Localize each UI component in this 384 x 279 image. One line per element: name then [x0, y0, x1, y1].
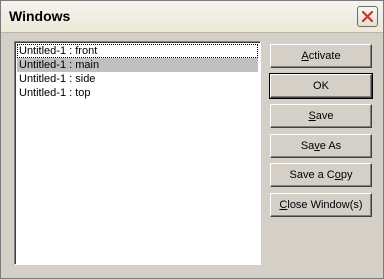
save-as-button[interactable]: Save As [270, 134, 372, 158]
ok-button[interactable]: OK [269, 73, 373, 99]
save-accesskey: S [308, 110, 316, 122]
close-windows-label-post: lose Window(s) [287, 199, 363, 211]
list-item[interactable]: Untitled-1 : top [17, 86, 258, 100]
ok-label: OK [313, 80, 329, 92]
title-bar: Windows [1, 1, 383, 33]
list-item-label: Untitled-1 : front [19, 45, 98, 57]
save-as-label-post: e As [319, 140, 342, 152]
activate-accesskey: A [301, 50, 309, 62]
save-copy-label-pre: Save a C [289, 169, 335, 181]
save-button[interactable]: Save [270, 104, 372, 128]
list-item[interactable]: Untitled-1 : front [17, 44, 258, 58]
list-item-label: Untitled-1 : top [19, 87, 91, 99]
close-windows-button[interactable]: Close Window(s) [270, 193, 372, 217]
save-as-label-pre: Sa [300, 140, 315, 152]
close-button[interactable] [357, 6, 378, 27]
save-a-copy-button[interactable]: Save a Copy [270, 163, 372, 187]
windows-dialog: Windows Untitled-1 : front Untitled-1 : … [0, 0, 384, 279]
list-item-label: Untitled-1 : main [19, 59, 100, 71]
dialog-title: Windows [9, 8, 71, 24]
close-icon [362, 11, 373, 22]
list-item[interactable]: Untitled-1 : side [17, 72, 258, 86]
save-label-post: ave [315, 110, 334, 122]
list-item[interactable]: Untitled-1 : main [17, 58, 258, 72]
activate-button[interactable]: Activate [270, 44, 372, 68]
list-item-label: Untitled-1 : side [19, 73, 96, 85]
save-copy-label-post: py [340, 169, 353, 181]
activate-label-post: ctivate [308, 50, 341, 62]
windows-listbox[interactable]: Untitled-1 : front Untitled-1 : main Unt… [14, 41, 261, 265]
